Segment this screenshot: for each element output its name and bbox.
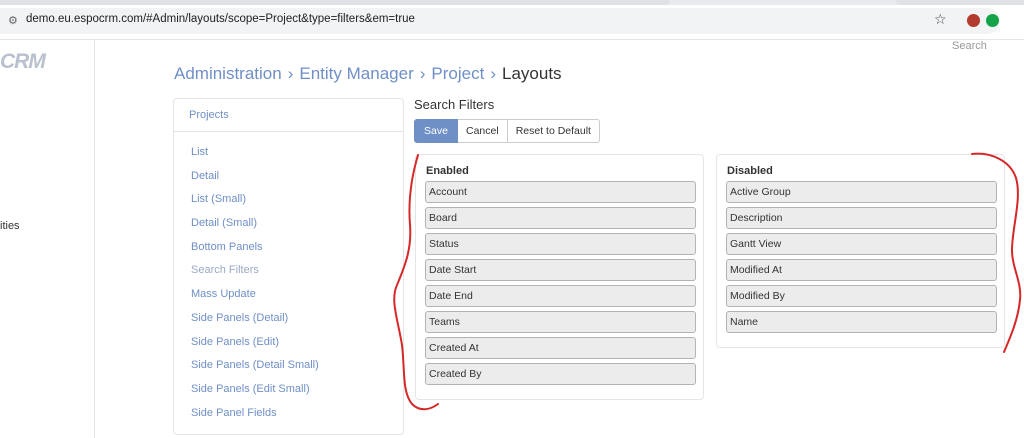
enabled-field-item[interactable]: Teams	[425, 311, 696, 333]
global-search-input[interactable]: Search	[952, 40, 987, 52]
menu-list: List Detail List (Small) Detail (Small) Bott…	[174, 132, 403, 428]
browser-toolbar: ⚙ demo.eu.espocrm.com/#Admin/layouts/sco…	[0, 0, 1024, 40]
cancel-button[interactable]: Cancel	[458, 119, 508, 143]
url-text[interactable]: demo.eu.espocrm.com/#Admin/layouts/scope…	[26, 13, 415, 25]
menu-item[interactable]: Side Panel Fields	[174, 405, 403, 429]
disabled-field-item[interactable]: Gantt View	[726, 233, 997, 255]
disabled-field-item[interactable]: Modified By	[726, 285, 997, 307]
enabled-field-item[interactable]: Status	[425, 233, 696, 255]
save-button[interactable]: Save	[414, 119, 458, 143]
breadcrumb-separator: ›	[287, 64, 294, 83]
active-tab[interactable]	[0, 0, 670, 5]
disabled-field-item[interactable]: Name	[726, 311, 997, 333]
enabled-field-item[interactable]: Created By	[425, 363, 696, 385]
menu-header: Projects	[174, 99, 403, 132]
breadcrumb-separator: ›	[419, 64, 426, 83]
breadcrumb-entity-manager[interactable]: Entity Manager	[299, 64, 413, 83]
star-icon[interactable]: ☆	[934, 12, 947, 28]
enabled-field-item[interactable]: Date Start	[425, 259, 696, 281]
menu-item[interactable]: Search Filters	[174, 262, 403, 286]
menu-item[interactable]: List (Small)	[174, 191, 403, 215]
grammarly-icon[interactable]	[986, 14, 999, 27]
menu-item[interactable]: Side Panels (Edit Small)	[174, 381, 403, 405]
reset-to-default-button[interactable]: Reset to Default	[507, 119, 600, 143]
other-tab[interactable]	[895, 0, 1024, 5]
section-title: Search Filters	[414, 97, 495, 112]
menu-item[interactable]: Detail	[174, 168, 403, 192]
disabled-field-item[interactable]: Description	[726, 207, 997, 229]
enabled-title: Enabled	[426, 165, 469, 177]
tune-icon[interactable]: ⚙	[8, 14, 22, 28]
menu-item[interactable]: List	[174, 144, 403, 168]
menu-item[interactable]: Mass Update	[174, 286, 403, 310]
address-bar[interactable]: ⚙ demo.eu.espocrm.com/#Admin/layouts/sco…	[0, 8, 1000, 34]
action-buttons: Save Cancel Reset to Default	[414, 119, 600, 143]
breadcrumb-project[interactable]: Project	[431, 64, 484, 83]
enabled-fields-column: Enabled Account Board Status Date Start Date…	[415, 154, 704, 400]
menu-item[interactable]: Bottom Panels	[174, 239, 403, 263]
breadcrumb-separator: ›	[490, 64, 496, 83]
left-navigation: CRM ities	[0, 40, 95, 438]
enabled-field-item[interactable]: Date End	[425, 285, 696, 307]
enabled-field-item[interactable]: Board	[425, 207, 696, 229]
menu-item[interactable]: Detail (Small)	[174, 215, 403, 239]
menu-item[interactable]: Side Panels (Edit)	[174, 334, 403, 358]
layout-type-menu: Projects List Detail List (Small) Detail (S…	[173, 98, 404, 435]
enabled-field-item[interactable]: Account	[425, 181, 696, 203]
menu-item[interactable]: Side Panels (Detail)	[174, 310, 403, 334]
disabled-title: Disabled	[727, 165, 773, 177]
tab-strip	[0, 0, 1024, 5]
enabled-field-item[interactable]: Created At	[425, 337, 696, 359]
breadcrumb: Administration › Entity Manager › Project › La…	[174, 64, 562, 84]
extension-icon[interactable]	[967, 14, 980, 27]
breadcrumb-administration[interactable]: Administration	[174, 64, 282, 83]
breadcrumb-current: Layouts	[502, 64, 562, 83]
disabled-field-item[interactable]: Active Group	[726, 181, 997, 203]
disabled-fields-column: Disabled Active Group Description Gantt Vi…	[716, 154, 1005, 348]
menu-item[interactable]: Side Panels (Detail Small)	[174, 357, 403, 381]
logo[interactable]: CRM	[0, 50, 46, 74]
nav-item-activities[interactable]: ities	[0, 220, 20, 232]
disabled-field-item[interactable]: Modified At	[726, 259, 997, 281]
